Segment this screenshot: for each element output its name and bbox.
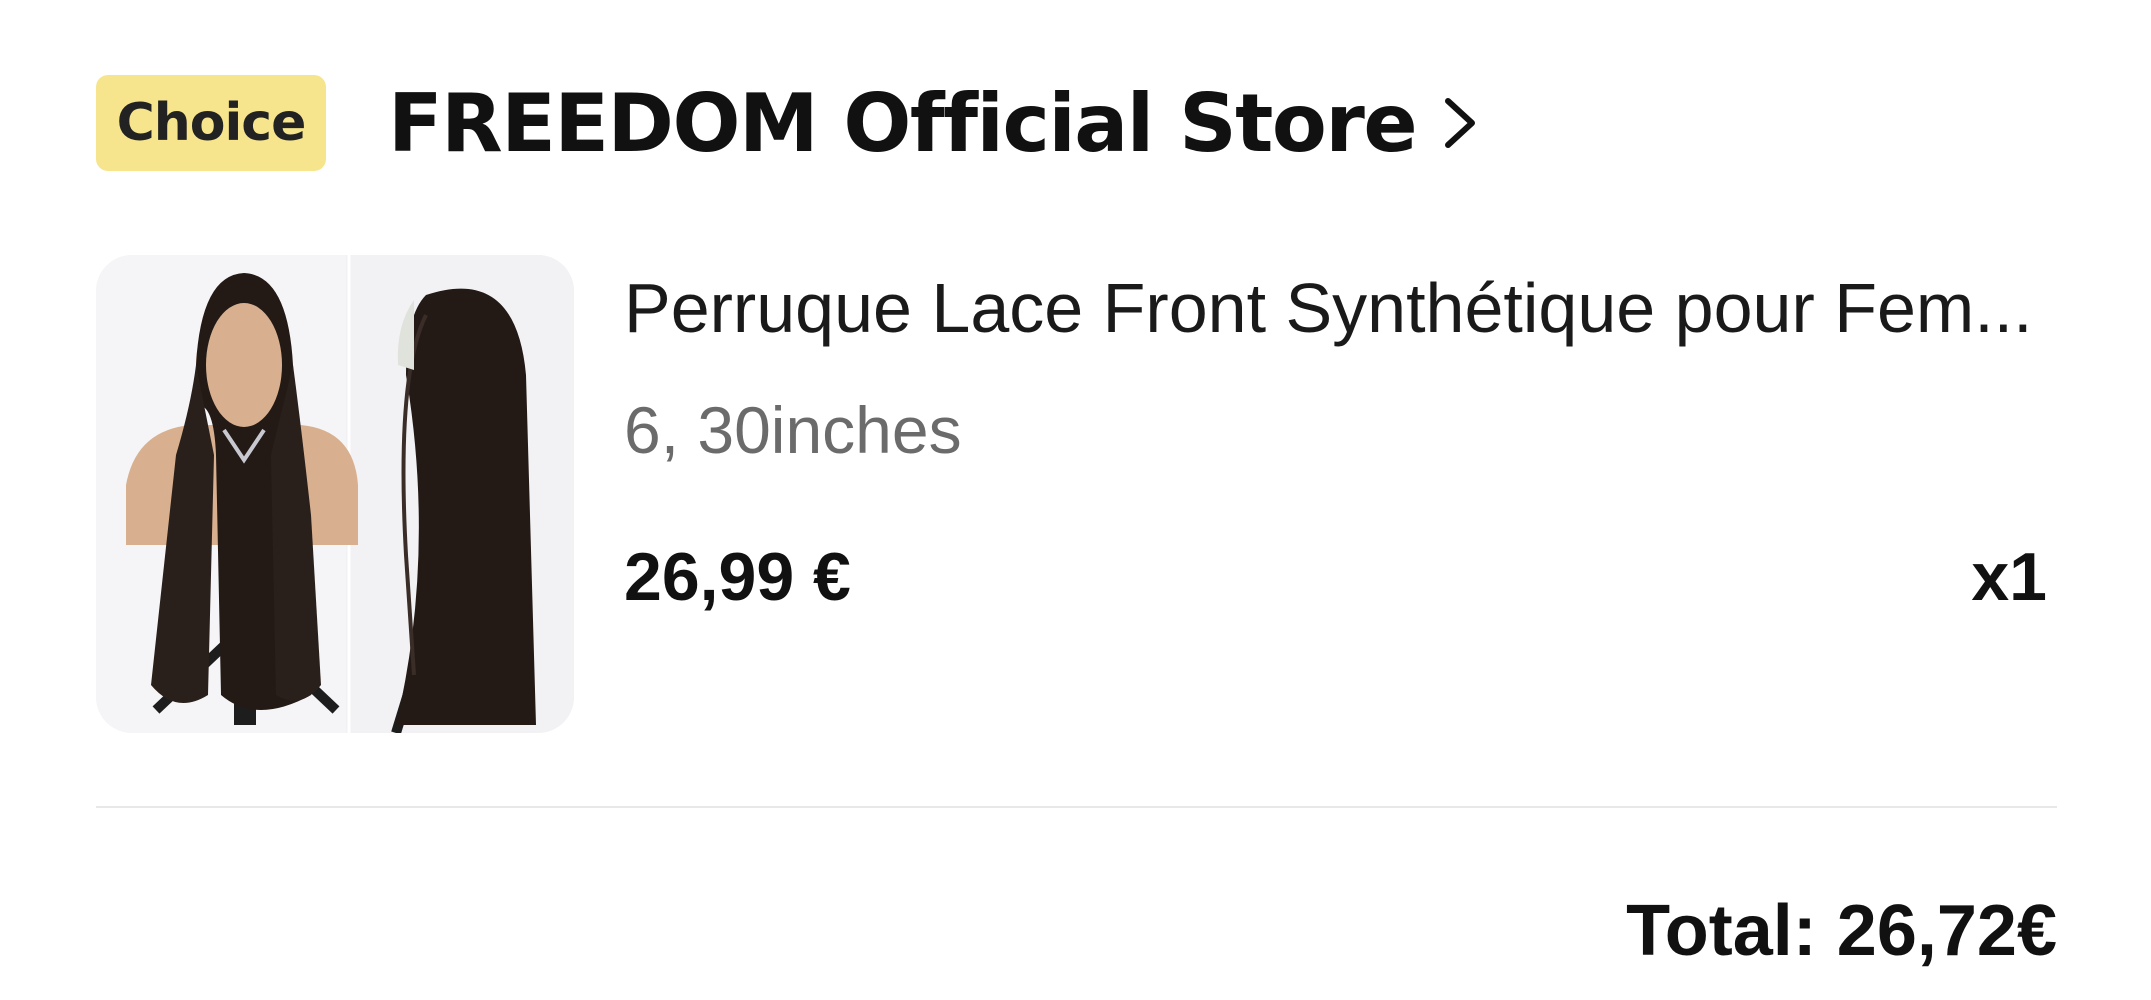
product-image[interactable] — [96, 255, 574, 733]
order-total: Total: 26,72€ — [1626, 891, 2057, 971]
store-link[interactable]: FREEDOM Official Store — [388, 77, 1480, 170]
divider — [96, 806, 2057, 808]
product-variant[interactable]: 6, 30inches — [624, 392, 962, 468]
choice-badge: Choice — [96, 75, 326, 171]
product-price: 26,99 € — [624, 539, 851, 615]
store-header: Choice FREEDOM Official Store — [96, 70, 1480, 176]
wig-product-icon — [96, 255, 574, 733]
product-title[interactable]: Perruque Lace Front Synthétique pour Fem… — [624, 268, 2064, 348]
chevron-right-icon — [1445, 98, 1476, 148]
store-name: FREEDOM Official Store — [388, 76, 1418, 170]
product-quantity: x1 — [1971, 539, 2047, 615]
